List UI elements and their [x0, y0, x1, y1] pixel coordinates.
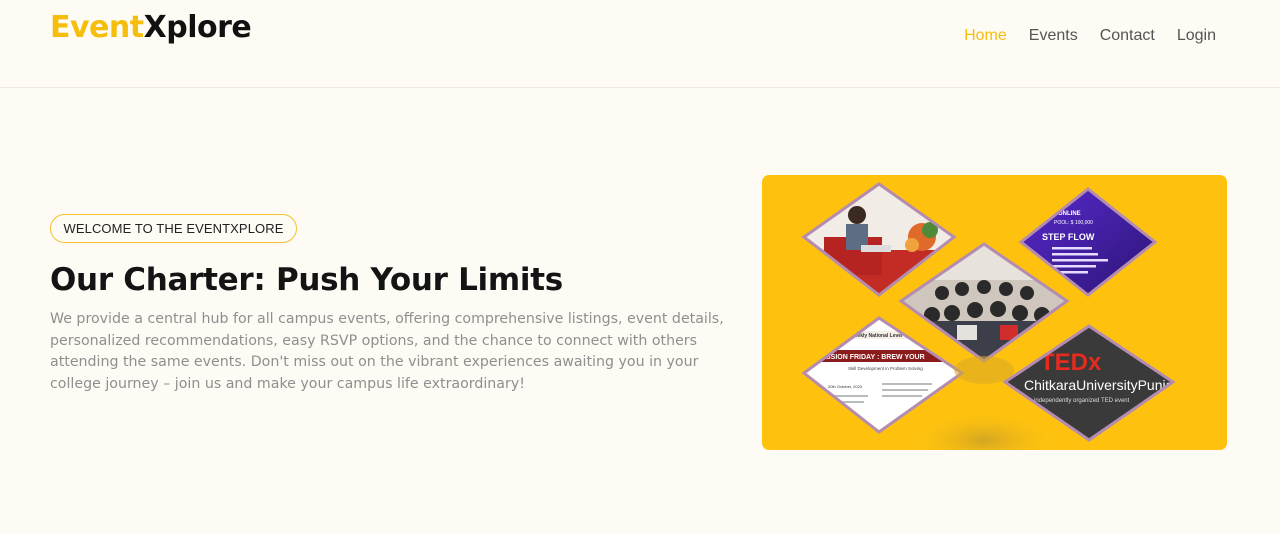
- site-header: EventXplore Home Events Contact Login: [0, 0, 1280, 88]
- poster-title: SSION FRIDAY : BREW YOUR: [826, 354, 925, 361]
- logo-part-event: Event: [50, 10, 144, 45]
- poster-subtitle: Skill Development in Problem Solving: [848, 366, 923, 371]
- step-flow-title: STEP FLOW: [1042, 232, 1095, 242]
- nav-contact[interactable]: Contact: [1100, 25, 1155, 47]
- blurred-tile: [909, 410, 1059, 450]
- nav-home[interactable]: Home: [964, 25, 1007, 47]
- tedx-name: ChitkaraUniversityPunjab: [1024, 377, 1181, 393]
- logo-part-xplore: Xplore: [143, 10, 252, 45]
- hero-collage: ONLINE POOL: $ 100,000 STEP FLOW Weekly …: [762, 175, 1227, 450]
- nav-login[interactable]: Login: [1177, 25, 1216, 47]
- collage-graphic: ONLINE POOL: $ 100,000 STEP FLOW Weekly …: [801, 182, 1181, 450]
- site-logo[interactable]: EventXplore: [50, 10, 252, 45]
- step-flow-pool: POOL: $ 100,000: [1054, 220, 1093, 226]
- tedx-tagline: independently organized TED event: [1034, 398, 1130, 404]
- hero-description: We provide a central hub for all campus …: [50, 311, 724, 392]
- main-nav: Home Events Contact Login: [964, 25, 1216, 47]
- welcome-badge: WELCOME TO THE EVENTXPLORE: [50, 214, 297, 243]
- hero-title: Our Charter: Push Your Limits: [50, 262, 563, 298]
- poster-date: 20th October, 2023: [828, 384, 863, 389]
- nav-events[interactable]: Events: [1029, 25, 1078, 47]
